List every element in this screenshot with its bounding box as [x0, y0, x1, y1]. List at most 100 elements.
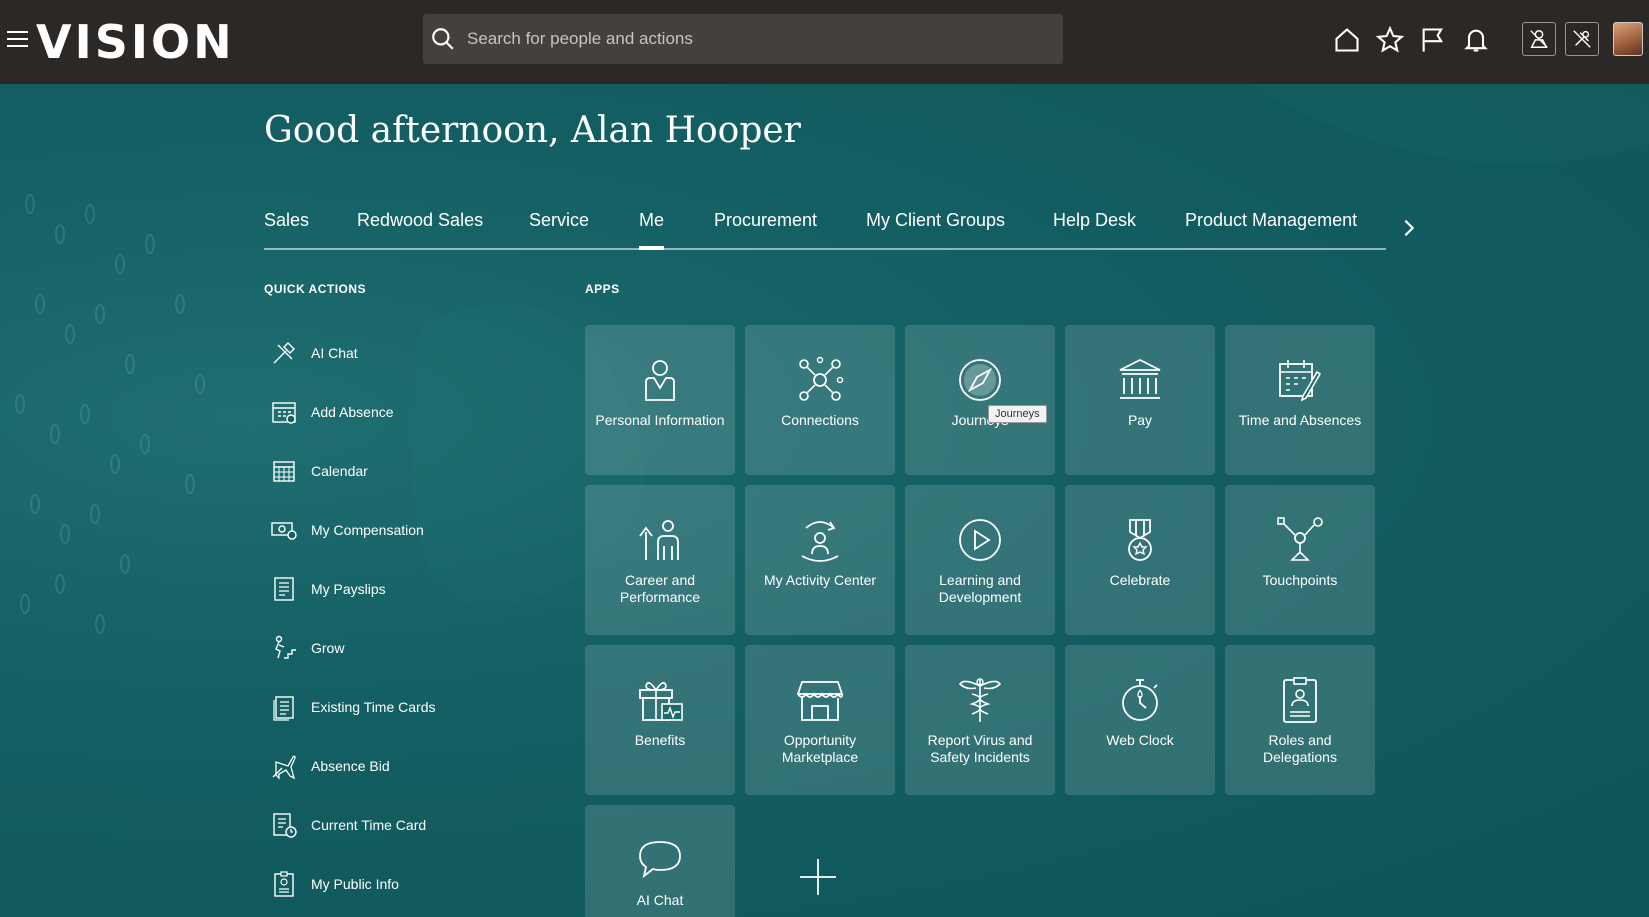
caduceus-icon — [958, 678, 1002, 722]
app-tile-label: Roles and Delegations — [1263, 732, 1337, 765]
app-tile-label: Benefits — [634, 732, 686, 748]
search-input[interactable] — [467, 29, 1027, 49]
quick-action-calendar[interactable]: Calendar — [270, 451, 368, 491]
quick-action-add-absence[interactable]: Add Absence — [270, 392, 394, 432]
search-bar[interactable] — [423, 14, 1063, 64]
quick-action-my-public-info[interactable]: My Public Info — [270, 864, 399, 904]
compensation-icon — [271, 522, 297, 540]
quick-action-current-time-card[interactable]: Current Time Card — [270, 805, 426, 845]
calendar-add-icon — [272, 402, 296, 424]
tab-me[interactable]: Me — [639, 210, 665, 250]
tab-help-desk[interactable]: Help Desk — [1053, 210, 1136, 231]
person-desk-icon — [1530, 30, 1548, 48]
app-tile-time-and-absences[interactable]: Time and Absences — [1225, 325, 1375, 475]
quick-action-label: My Compensation — [311, 522, 424, 538]
app-tile-career-and-performance[interactable]: Career and Performance — [585, 485, 735, 635]
app-tile-report-virus-and-safety-incidents[interactable]: Report Virus and Safety Incidents — [905, 645, 1055, 795]
app-tile-touchpoints[interactable]: Touchpoints — [1225, 485, 1375, 635]
tab-service[interactable]: Service — [529, 210, 589, 231]
logo[interactable]: VISION — [36, 14, 235, 70]
app-tile-label: Connections — [781, 412, 859, 428]
play-icon — [959, 519, 1001, 561]
top-bar: VISION — [0, 0, 1649, 84]
chevron-right-icon[interactable] — [1398, 214, 1420, 242]
tab-redwood-sales[interactable]: Redwood Sales — [357, 210, 483, 231]
add-icon[interactable] — [798, 857, 838, 897]
app-tile-label: Touchpoints — [1262, 572, 1338, 588]
flag-icon[interactable] — [1419, 26, 1447, 54]
app-tile-label: Pay — [1127, 412, 1153, 428]
medal-icon — [1128, 519, 1152, 561]
public-info-icon — [274, 871, 294, 897]
tooltip: Journeys — [988, 405, 1047, 423]
app-tile-benefits[interactable]: Benefits — [585, 645, 735, 795]
app-tile-label: Learning and Development — [938, 572, 1022, 605]
stopwatch-icon — [1122, 679, 1158, 721]
quick-action-my-payslips[interactable]: My Payslips — [270, 569, 386, 609]
grow-icon — [275, 635, 296, 659]
app-tile-label: Personal Information — [595, 412, 725, 428]
greeting: Good afternoon, Alan Hooper — [264, 110, 801, 151]
tab-procurement[interactable]: Procurement — [714, 210, 817, 231]
avatar[interactable] — [1613, 22, 1643, 56]
quick-action-label: Current Time Card — [311, 817, 427, 833]
app-tile-connections[interactable]: Connections — [745, 325, 895, 475]
quick-action-label: Grow — [311, 640, 345, 656]
time-cards-icon — [273, 696, 294, 721]
quick-action-label: AI Chat — [311, 345, 358, 361]
app-tile-journeys[interactable]: Journeys — [905, 325, 1055, 475]
quick-action-label: Absence Bid — [311, 758, 390, 774]
search-icon — [432, 28, 454, 50]
compass-icon — [959, 359, 1001, 401]
app-tile-label: Career and Performance — [619, 572, 701, 605]
touchpoints-icon — [1277, 517, 1323, 561]
app-tile-web-clock[interactable]: Web Clock — [1065, 645, 1215, 795]
app-tile-label: AI Chat — [636, 892, 684, 908]
airplane-icon — [272, 755, 296, 780]
app-tile-ai-chat[interactable]: AI Chat — [585, 805, 735, 917]
career-icon — [639, 520, 679, 560]
tab-my-client-groups[interactable]: My Client Groups — [866, 210, 1005, 231]
quick-action-label: Calendar — [311, 463, 368, 479]
tab-sales[interactable]: Sales — [264, 210, 309, 231]
quick-action-label: Existing Time Cards — [311, 699, 436, 715]
app-tile-label: Celebrate — [1109, 572, 1171, 588]
calendar-pen-icon — [1279, 360, 1322, 402]
store-icon — [796, 681, 844, 721]
ai-chat-tools-icon — [273, 342, 295, 364]
tab-bar: Sales Redwood Sales Service Me Procureme… — [264, 200, 1386, 250]
payslip-icon — [274, 577, 294, 601]
bell-icon[interactable] — [1462, 26, 1490, 54]
tools-button[interactable] — [1565, 22, 1599, 56]
app-tile-my-activity-center[interactable]: My Activity Center — [745, 485, 895, 635]
person-icon — [645, 360, 675, 401]
app-tile-personal-information[interactable]: Personal Information — [585, 325, 735, 475]
quick-action-absence-bid[interactable]: Absence Bid — [270, 746, 390, 786]
quick-action-my-compensation[interactable]: My Compensation — [270, 510, 424, 550]
app-tile-roles-and-delegations[interactable]: Roles and Delegations — [1225, 645, 1375, 795]
quick-action-label: My Public Info — [311, 876, 399, 892]
chat-bubble-icon — [639, 841, 681, 879]
app-tile-learning-and-development[interactable]: Learning and Development — [905, 485, 1055, 635]
quick-action-grow[interactable]: Grow — [270, 628, 344, 668]
quick-action-ai-chat[interactable]: AI Chat — [270, 333, 358, 373]
menu-icon[interactable] — [7, 31, 28, 49]
agent-button[interactable] — [1522, 22, 1556, 56]
quick-action-label: Add Absence — [311, 404, 394, 420]
connections-icon — [799, 356, 844, 401]
calendar-icon — [273, 461, 295, 482]
app-tile-celebrate[interactable]: Celebrate — [1065, 485, 1215, 635]
tools-off-icon — [1573, 30, 1591, 48]
app-tile-label: Report Virus and Safety Incidents — [927, 732, 1033, 765]
star-icon[interactable] — [1376, 26, 1404, 54]
tab-product-management[interactable]: Product Management — [1185, 210, 1357, 231]
home-icon[interactable] — [1333, 26, 1361, 54]
app-tile-label: Web Clock — [1106, 732, 1174, 748]
time-card-clock-icon — [273, 813, 297, 838]
quick-action-label: My Payslips — [311, 581, 386, 597]
quick-action-existing-time-cards[interactable]: Existing Time Cards — [270, 687, 435, 727]
quick-actions-title: QUICK ACTIONS — [264, 282, 367, 296]
gift-icon — [639, 682, 683, 721]
app-tile-opportunity-marketplace[interactable]: Opportunity Marketplace — [745, 645, 895, 795]
app-tile-pay[interactable]: Pay — [1065, 325, 1215, 475]
